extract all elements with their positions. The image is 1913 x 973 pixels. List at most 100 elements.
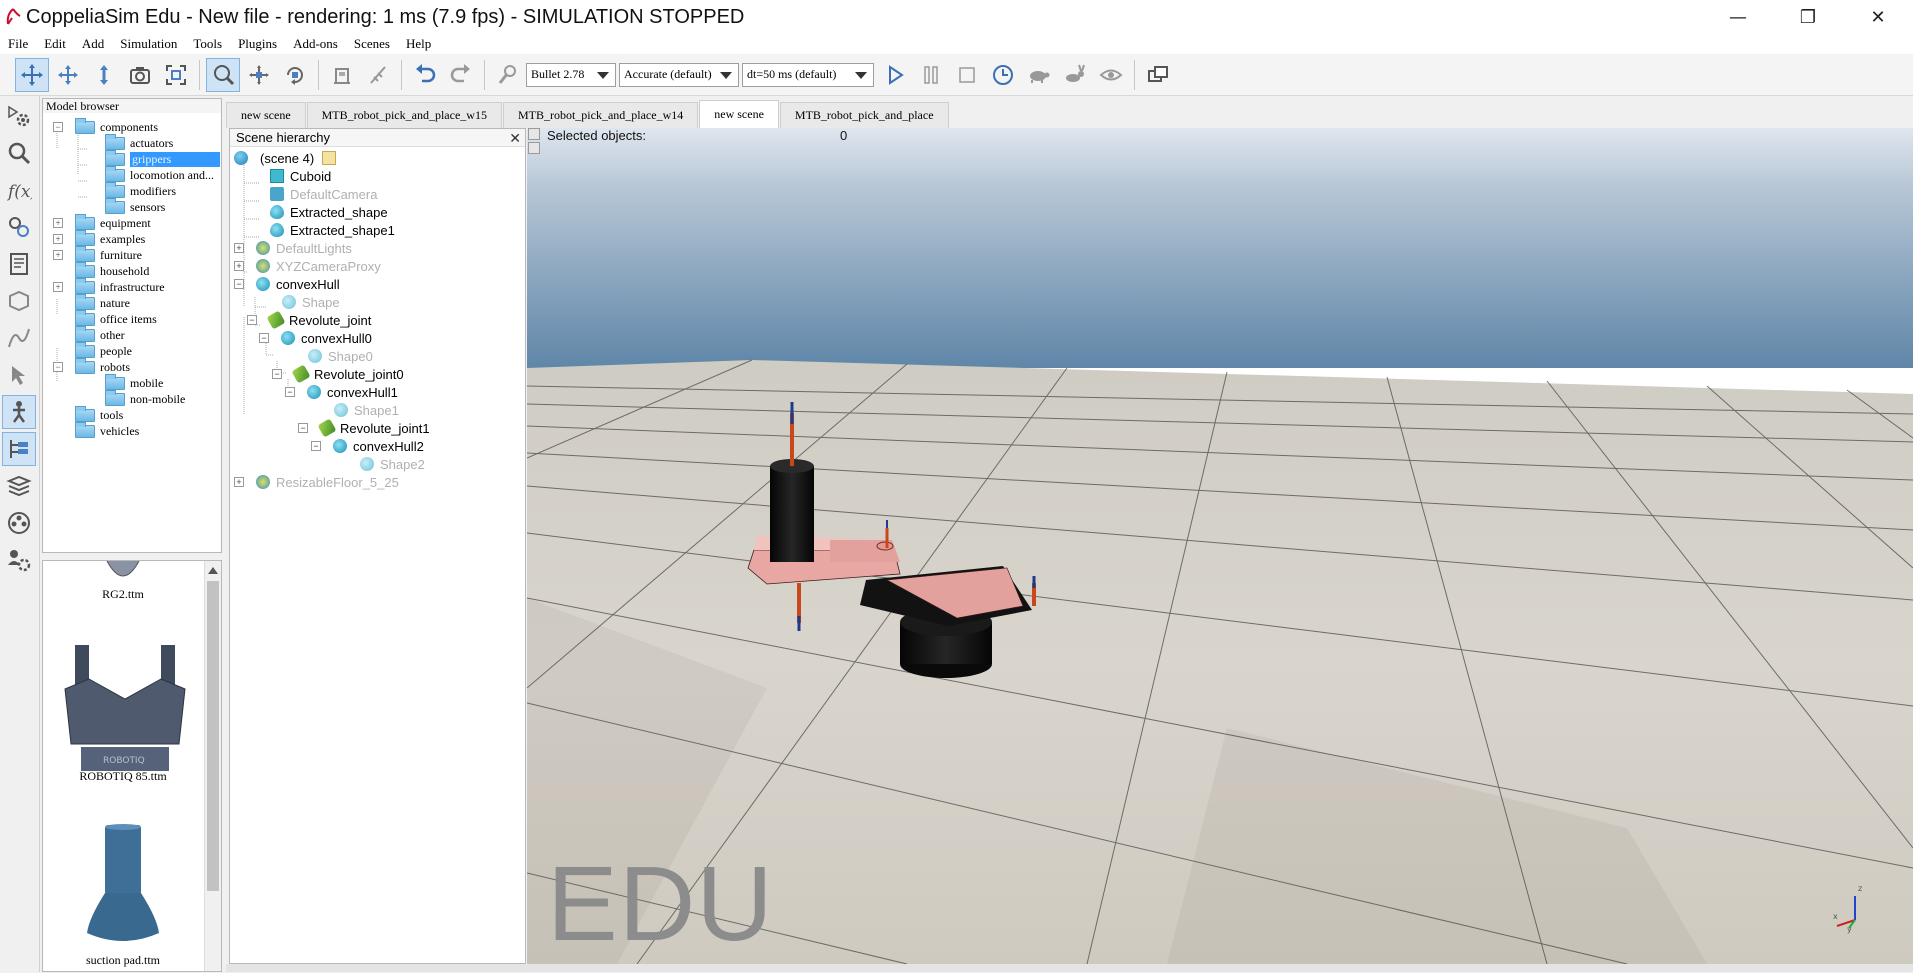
fit-to-view-button[interactable] xyxy=(159,58,193,92)
maximize-button[interactable]: ❐ xyxy=(1773,0,1843,34)
expand-icon[interactable]: + xyxy=(234,261,244,271)
menu-help[interactable]: Help xyxy=(398,36,439,52)
hierarchy-item-revolute-joint1[interactable]: − Revolute_joint1 xyxy=(298,418,430,438)
video-recorder-button[interactable] xyxy=(2,506,36,540)
expand-icon[interactable]: + xyxy=(53,282,63,292)
tree-item-office-items[interactable]: office items xyxy=(75,309,157,327)
tree-item-examples[interactable]: + examples xyxy=(47,229,145,247)
camera-angle-button[interactable] xyxy=(123,58,157,92)
tree-item-infrastructure[interactable]: + infrastructure xyxy=(47,277,165,295)
hierarchy-item-extracted-shape1[interactable]: Extracted_shape1 xyxy=(270,221,395,239)
hierarchy-item-scene[interactable]: (scene 4) xyxy=(234,149,342,167)
click-select-button[interactable] xyxy=(206,57,240,92)
visualization-toggle-button[interactable] xyxy=(1094,58,1128,92)
expand-icon[interactable]: + xyxy=(53,250,63,260)
hierarchy-item-shape[interactable]: Shape xyxy=(282,293,340,311)
scripts-button[interactable] xyxy=(2,247,36,281)
menu-addons[interactable]: Add-ons xyxy=(285,36,346,52)
camera-shift-button[interactable] xyxy=(87,58,121,92)
menu-plugins[interactable]: Plugins xyxy=(230,36,285,52)
collapse-icon[interactable]: − xyxy=(53,122,63,132)
tree-item-equipment[interactable]: + equipment xyxy=(47,213,151,231)
collapse-icon[interactable]: − xyxy=(298,423,308,433)
close-panel-button[interactable]: ✕ xyxy=(509,129,521,147)
user-settings-button[interactable] xyxy=(2,543,36,577)
menu-edit[interactable]: Edit xyxy=(36,36,74,52)
start-simulation-button[interactable] xyxy=(878,58,912,92)
tree-item-furniture[interactable]: + furniture xyxy=(47,245,142,263)
stop-simulation-button[interactable] xyxy=(950,58,984,92)
tab-new-scene-1[interactable]: new scene xyxy=(226,102,306,128)
thumbnail-suction-pad[interactable]: suction pad.ttm xyxy=(43,823,205,973)
scrollbar-thumb[interactable] xyxy=(207,581,219,891)
hierarchy-item-revolute-joint0[interactable]: − Revolute_joint0 xyxy=(272,364,404,384)
shape-edit-button[interactable] xyxy=(2,284,36,318)
hierarchy-item-extracted-shape[interactable]: Extracted_shape xyxy=(270,203,388,221)
tree-item-components[interactable]: − components xyxy=(47,117,158,135)
hierarchy-item-xyz-camera-proxy[interactable]: + XYZCameraProxy xyxy=(234,257,381,275)
hierarchy-item-shape2[interactable]: Shape2 xyxy=(360,455,425,473)
tree-item-locomotion[interactable]: locomotion and... xyxy=(105,165,214,183)
menu-scenes[interactable]: Scenes xyxy=(346,36,398,52)
tab-mtb-w14[interactable]: MTB_robot_pick_and_place_w14 xyxy=(502,102,699,128)
menu-file[interactable]: File xyxy=(0,36,36,52)
tab-new-scene-active[interactable]: new scene xyxy=(699,100,779,128)
hierarchy-item-convexhull1[interactable]: − convexHull1 xyxy=(285,383,398,401)
collapse-icon[interactable]: − xyxy=(247,315,257,325)
menu-tools[interactable]: Tools xyxy=(185,36,230,52)
selection-button[interactable] xyxy=(2,358,36,392)
collapse-icon[interactable]: − xyxy=(259,333,269,343)
thumbnails-scrollbar[interactable] xyxy=(204,561,221,971)
hierarchy-item-default-camera[interactable]: DefaultCamera xyxy=(270,185,377,203)
thumbnail-robotiq-85[interactable]: ROBOTIQ ROBOTIQ 85.ttm xyxy=(43,639,205,789)
collapse-icon[interactable]: − xyxy=(285,387,295,397)
speed-up-button[interactable] xyxy=(1058,58,1092,92)
object-properties-button[interactable] xyxy=(2,136,36,170)
tree-item-non-mobile[interactable]: non-mobile xyxy=(105,389,185,407)
hierarchy-item-convexhull0[interactable]: − convexHull0 xyxy=(259,329,372,347)
layers-button[interactable] xyxy=(2,469,36,503)
toggle-view-button[interactable] xyxy=(1141,58,1175,92)
hierarchy-item-default-lights[interactable]: + DefaultLights xyxy=(234,239,352,257)
tab-mtb[interactable]: MTB_robot_pick_and_place xyxy=(779,102,949,128)
physics-engine-select[interactable]: Bullet 2.78 xyxy=(526,62,616,87)
transfer-dna-button[interactable] xyxy=(361,58,395,92)
timestep-select[interactable]: dt=50 ms (default) xyxy=(742,62,874,87)
camera-rotate-button[interactable] xyxy=(51,58,85,92)
tree-item-robots[interactable]: − robots xyxy=(47,357,130,375)
tab-mtb-w15[interactable]: MTB_robot_pick_and_place_w15 xyxy=(306,102,502,128)
viewport-corner-handle[interactable] xyxy=(528,128,540,140)
hierarchy-item-resizable-floor[interactable]: + ResizableFloor_5_25 xyxy=(234,473,399,491)
menu-add[interactable]: Add xyxy=(74,36,112,52)
collections-button[interactable] xyxy=(2,210,36,244)
collapse-icon[interactable]: − xyxy=(53,362,63,372)
tree-item-sensors[interactable]: sensors xyxy=(105,197,165,215)
model-browser-toggle-button[interactable] xyxy=(2,395,36,429)
dynamics-settings-button[interactable] xyxy=(491,58,525,92)
accuracy-select[interactable]: Accurate (default) xyxy=(619,62,739,87)
minimize-button[interactable]: — xyxy=(1703,0,1773,34)
hierarchy-item-cuboid[interactable]: Cuboid xyxy=(270,167,331,185)
tree-item-grippers[interactable]: grippers xyxy=(105,149,220,167)
menu-simulation[interactable]: Simulation xyxy=(112,36,185,52)
collapse-icon[interactable]: − xyxy=(234,279,244,289)
scene-hierarchy-toggle-button[interactable] xyxy=(2,432,36,466)
camera-pan-button[interactable] xyxy=(15,57,49,92)
object-rotate-button[interactable] xyxy=(278,58,312,92)
assemble-button[interactable] xyxy=(325,58,359,92)
tree-item-vehicles[interactable]: vehicles xyxy=(75,421,139,439)
path-edit-button[interactable] xyxy=(2,321,36,355)
thumbnail-rg2[interactable]: RG2.ttm xyxy=(43,561,205,611)
expand-icon[interactable]: + xyxy=(234,243,244,253)
hierarchy-item-convexhull2[interactable]: − convexHull2 xyxy=(311,437,424,455)
collapse-icon[interactable]: − xyxy=(272,369,282,379)
hierarchy-item-shape1[interactable]: Shape1 xyxy=(334,401,399,419)
close-button[interactable]: ✕ xyxy=(1843,0,1913,34)
expand-icon[interactable]: + xyxy=(53,234,63,244)
hierarchy-item-convexhull[interactable]: − convexHull xyxy=(234,275,340,293)
object-shift-button[interactable] xyxy=(242,58,276,92)
pause-simulation-button[interactable] xyxy=(914,58,948,92)
tree-item-household[interactable]: household xyxy=(75,261,149,279)
hierarchy-item-revolute-joint[interactable]: − Revolute_joint xyxy=(247,310,371,330)
collapse-icon[interactable]: − xyxy=(311,441,321,451)
